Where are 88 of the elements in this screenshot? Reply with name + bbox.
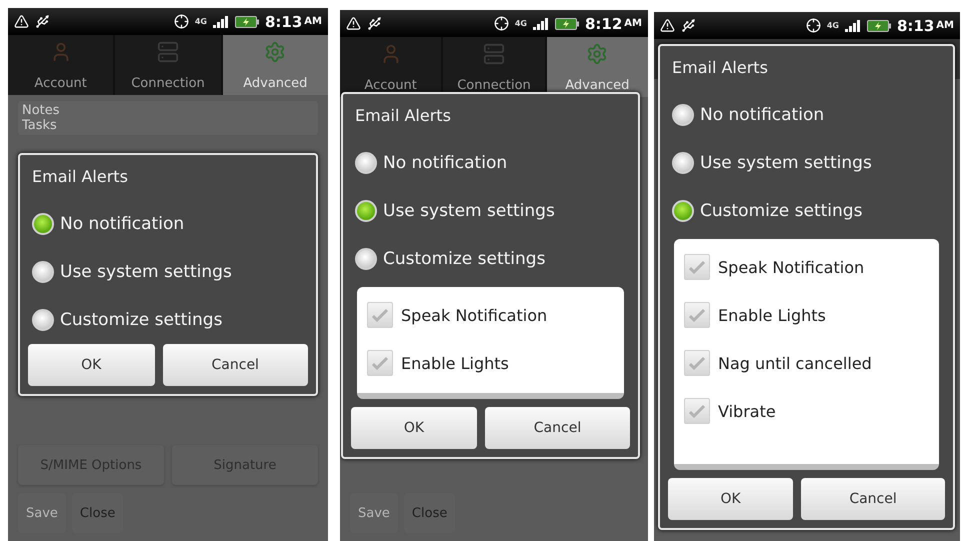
radio-option[interactable]: Use system settings [28,248,308,296]
checkbox-label: Nag until cancelled [718,354,872,372]
tab[interactable]: Advanced [222,35,328,95]
radio-option[interactable]: No notification [668,91,945,139]
checkbox-label: Speak Notification [401,306,548,324]
server-icon [156,41,179,63]
check-icon [689,260,705,274]
signal-icon [844,20,861,32]
radio-button[interactable] [672,152,694,174]
option-label: Customize settings [383,249,546,269]
usb-icon [35,14,50,29]
option-label: Customize settings [60,310,222,330]
check-icon [372,356,388,370]
checkbox[interactable] [367,350,393,376]
warning-icon [346,16,361,31]
radio-button[interactable] [355,248,377,270]
tab[interactable]: Account [340,37,442,97]
option-label: Use system settings [60,262,232,282]
radio-button[interactable] [32,213,54,235]
radio-option[interactable]: Use system settings [668,139,945,187]
radio-option[interactable]: Use system settings [351,187,630,235]
checkbox-label: Speak Notification [718,258,864,276]
network-type: 4G [826,21,839,30]
check-icon [689,308,705,322]
radio-option[interactable]: No notification [351,139,630,187]
network-type: 4G [514,19,527,28]
radio-button[interactable] [32,261,54,283]
tab[interactable]: Account [8,35,114,95]
server-icon [482,43,505,65]
gps-icon [806,18,821,33]
clock-period: AM [304,16,322,27]
option-label: No notification [700,105,824,125]
clock-period: AM [936,20,954,31]
check-icon [689,356,705,370]
dialog-button[interactable]: OK [28,344,154,386]
checkbox[interactable] [367,302,393,328]
radio-button[interactable] [355,152,377,174]
tab[interactable]: Connection [115,35,221,95]
check-icon [689,404,705,418]
usb-icon [367,16,382,31]
checkbox-label: Vibrate [718,402,776,420]
clock-time: 8:13 [896,16,934,34]
battery-icon [554,18,579,30]
clock-time: 8:13 [264,12,302,30]
clock-time: 8:12 [584,14,622,32]
dialog-button[interactable]: Cancel [162,344,308,386]
tab[interactable]: Advanced [546,37,648,97]
gps-icon [174,14,189,29]
signal-icon [212,16,229,28]
dialog-title: Email Alerts [671,57,769,79]
network-type: 4G [194,17,207,26]
radio-option[interactable]: Customize settings [351,235,630,283]
battery-icon [866,20,891,32]
text-field[interactable]: Notes Tasks [18,101,318,135]
check-icon [372,308,388,322]
checkbox-label: Enable Lights [401,354,509,372]
signal-icon [532,18,549,30]
radio-button[interactable] [32,309,54,331]
radio-option[interactable]: Customize settings [28,296,308,344]
dialog-title: Email Alerts [354,105,452,127]
dialog-button[interactable]: OK [668,478,794,520]
clock-period: AM [624,18,642,29]
dialog-button[interactable]: Cancel [485,407,630,449]
checkbox-label: Enable Lights [718,306,826,324]
dialog-button[interactable]: OK [351,407,478,449]
usb-icon [681,18,696,33]
warning-icon [14,14,29,29]
settings-icon [264,41,286,63]
radio-button[interactable] [672,104,694,126]
option-label: Customize settings [700,201,862,221]
radio-button[interactable] [672,200,694,222]
dialog-button[interactable]: Cancel [801,478,945,520]
option-label: Use system settings [700,153,872,173]
option-label: No notification [383,153,508,173]
gps-icon [494,16,509,31]
radio-option[interactable]: Customize settings [668,187,945,235]
option-label: Use system settings [383,201,555,221]
checkbox[interactable] [684,398,710,424]
radio-option[interactable]: No notification [28,200,308,248]
radio-button[interactable] [355,200,377,222]
option-label: No notification [60,214,184,234]
checkbox[interactable] [684,350,710,376]
settings-icon [586,43,608,65]
warning-icon [660,18,675,33]
checkbox[interactable] [684,254,710,280]
dialog-title: Email Alerts [31,166,129,188]
checkbox[interactable] [684,302,710,328]
battery-icon [234,16,259,28]
